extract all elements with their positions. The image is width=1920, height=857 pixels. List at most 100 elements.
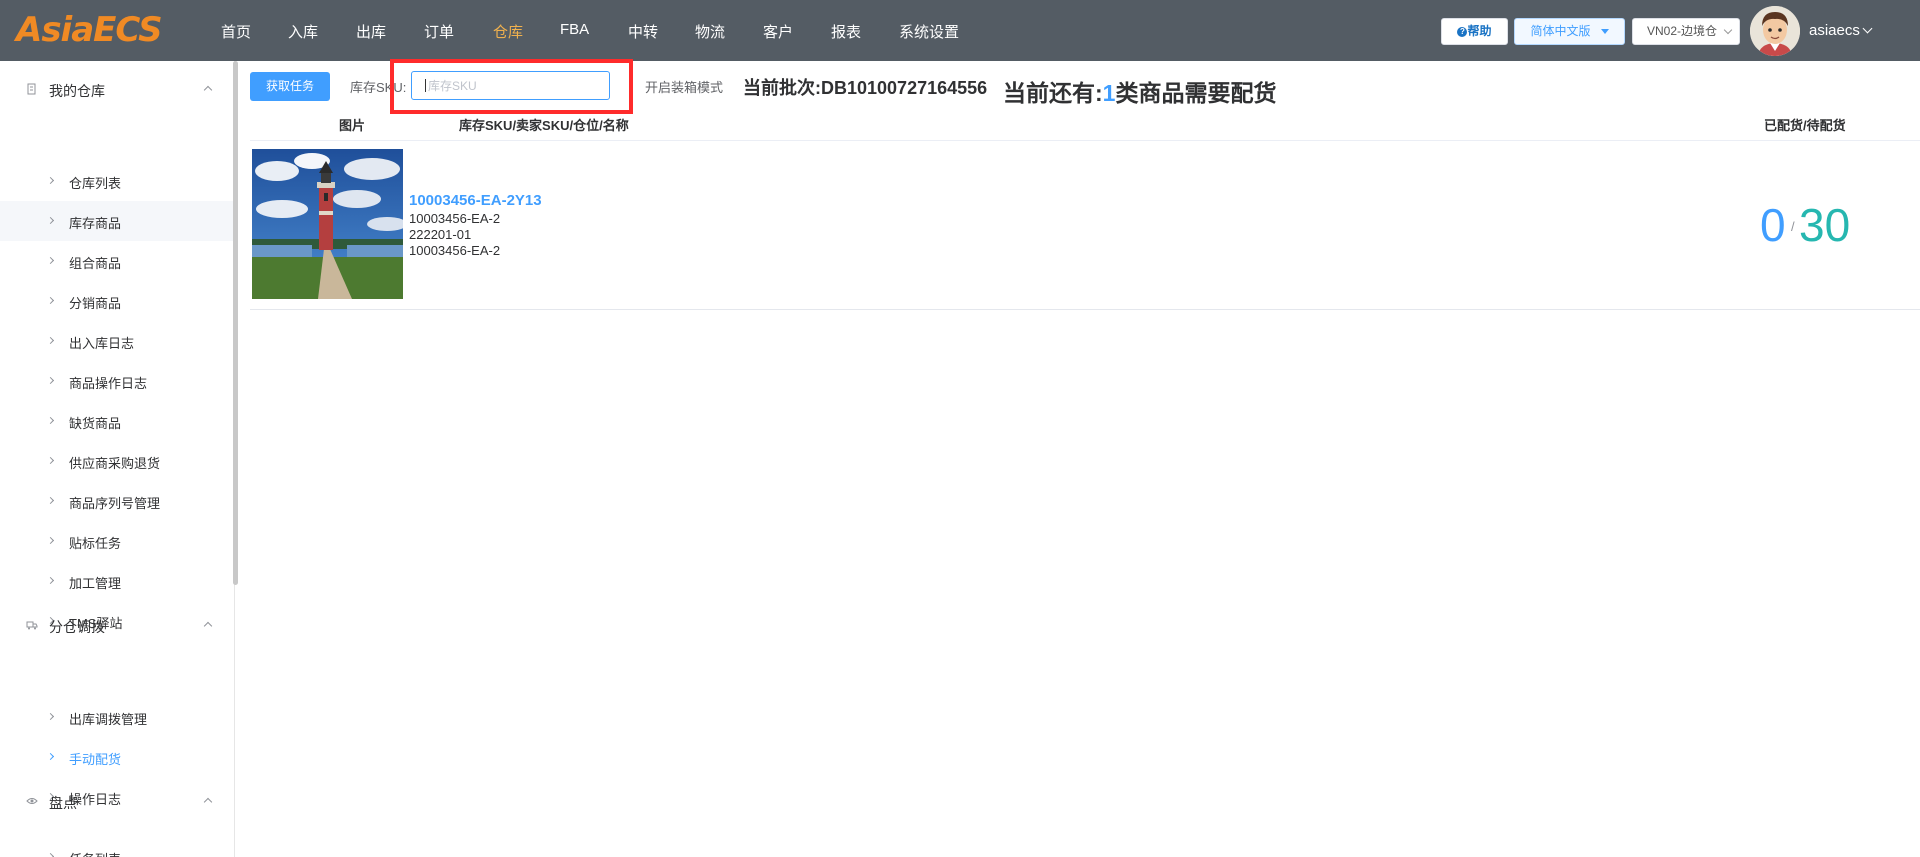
warehouse-label: VN02-边境仓 bbox=[1647, 24, 1718, 38]
sidebar-item-label: 仓库列表 bbox=[69, 176, 122, 191]
nav-fba[interactable]: FBA bbox=[560, 21, 589, 38]
chevron-up-icon bbox=[203, 797, 213, 807]
sidebar-item-label: 商品操作日志 bbox=[69, 376, 148, 391]
language-label: 简体中文版 bbox=[1530, 24, 1591, 38]
sidebar-group-transfer[interactable]: 分仓调拨 bbox=[0, 611, 233, 641]
batch-prefix: 当前批次: bbox=[743, 78, 821, 98]
sidebar-item-task-list[interactable]: 任务列表 bbox=[0, 837, 233, 857]
sidebar-item-io-log[interactable]: 出入库日志 bbox=[0, 321, 233, 361]
nav-settings[interactable]: 系统设置 bbox=[899, 21, 959, 42]
sidebar-item-label-task[interactable]: 贴标任务 bbox=[0, 521, 233, 561]
remaining-summary: 当前还有:1类商品需要配货 bbox=[1003, 74, 1276, 108]
column-header-sku: 库存SKU/卖家SKU/仓位/名称 bbox=[459, 118, 629, 133]
chevron-right-icon bbox=[46, 496, 55, 505]
highlight-box bbox=[390, 59, 633, 114]
question-icon: ? bbox=[1457, 26, 1468, 37]
sidebar: 我的仓库 仓库列表 库存商品 组合商品 分销商品 出入库日志 商品操作日志 缺货… bbox=[0, 61, 235, 857]
remain-prefix: 当前还有: bbox=[1003, 80, 1103, 106]
warehouse-select[interactable]: VN02-边境仓 bbox=[1632, 18, 1740, 45]
sidebar-item-outbound-transfer[interactable]: 出库调拨管理 bbox=[0, 697, 233, 737]
avatar[interactable] bbox=[1750, 6, 1800, 56]
chevron-right-icon bbox=[46, 752, 55, 761]
help-button[interactable]: ? 帮助 bbox=[1441, 18, 1508, 45]
help-label: 帮助 bbox=[1467, 24, 1492, 38]
nav-home[interactable]: 首页 bbox=[221, 21, 251, 42]
sidebar-item-label: 组合商品 bbox=[69, 256, 122, 271]
sidebar-item-combo-goods[interactable]: 组合商品 bbox=[0, 241, 233, 281]
chevron-up-icon bbox=[203, 621, 213, 631]
sidebar-item-processing[interactable]: 加工管理 bbox=[0, 561, 233, 601]
nav-transit[interactable]: 中转 bbox=[628, 21, 658, 42]
username[interactable]: asiaecs bbox=[1809, 22, 1860, 39]
caret-down-icon bbox=[1600, 29, 1609, 35]
logo[interactable]: AsiaECS bbox=[16, 10, 163, 50]
language-select[interactable]: 简体中文版 bbox=[1514, 18, 1625, 45]
chevron-right-icon bbox=[46, 712, 55, 721]
chevron-right-icon bbox=[46, 176, 55, 185]
chevron-right-icon bbox=[46, 216, 55, 225]
storage-location: 222201-01 bbox=[409, 227, 472, 242]
sidebar-item-label: 贴标任务 bbox=[69, 536, 122, 551]
sidebar-item-label: 出库调拨管理 bbox=[69, 712, 148, 727]
chevron-right-icon bbox=[46, 296, 55, 305]
sidebar-item-label: 分销商品 bbox=[69, 296, 122, 311]
row-divider bbox=[250, 309, 1920, 310]
sidebar-item-goods-op-log[interactable]: 商品操作日志 bbox=[0, 361, 233, 401]
nav-inbound[interactable]: 入库 bbox=[288, 21, 318, 42]
sidebar-item-label: 库存商品 bbox=[69, 216, 122, 231]
sidebar-item-stock-goods[interactable]: 库存商品 bbox=[0, 201, 233, 241]
avatar-image bbox=[1750, 6, 1800, 56]
chevron-down-icon[interactable] bbox=[1862, 23, 1873, 34]
box-mode-toggle[interactable]: 开启装箱模式 bbox=[645, 77, 723, 96]
nav-outbound[interactable]: 出库 bbox=[356, 21, 386, 42]
chevron-right-icon bbox=[46, 256, 55, 265]
fetch-task-button[interactable]: 获取任务 bbox=[250, 72, 330, 101]
chevron-right-icon bbox=[46, 416, 55, 425]
sidebar-item-label: 商品序列号管理 bbox=[69, 496, 161, 511]
nav-customers[interactable]: 客户 bbox=[763, 21, 793, 42]
product-image[interactable] bbox=[252, 149, 403, 299]
sidebar-item-label: 加工管理 bbox=[69, 576, 122, 591]
sidebar-item-supplier-return[interactable]: 供应商采购退货 bbox=[0, 441, 233, 481]
sidebar-group-inventory-count[interactable]: 盘点 bbox=[0, 787, 233, 817]
warehouse-icon bbox=[26, 83, 38, 95]
product-name: 10003456-EA-2 bbox=[409, 243, 501, 258]
allocated-count: 0 bbox=[1760, 199, 1786, 251]
chevron-right-icon bbox=[46, 536, 55, 545]
batch-number: DB10100727164556 bbox=[821, 78, 988, 98]
chevron-down-icon bbox=[1723, 25, 1733, 35]
chevron-right-icon bbox=[46, 376, 55, 385]
nav-logistics[interactable]: 物流 bbox=[695, 21, 725, 42]
sidebar-group-label: 我的仓库 bbox=[49, 83, 105, 99]
chevron-right-icon bbox=[46, 456, 55, 465]
remain-count: 1 bbox=[1102, 80, 1116, 106]
nav-warehouse[interactable]: 仓库 bbox=[493, 21, 523, 42]
sidebar-item-label: 手动配货 bbox=[69, 752, 122, 767]
current-batch: 当前批次:DB10100727164556 bbox=[743, 74, 987, 100]
sidebar-group-my-warehouse[interactable]: 我的仓库 bbox=[0, 75, 233, 105]
sidebar-item-label: 出入库日志 bbox=[69, 336, 135, 351]
chevron-right-icon bbox=[46, 852, 55, 857]
top-navbar: AsiaECS 首页 入库 出库 订单 仓库 FBA 中转 物流 客户 报表 系… bbox=[0, 0, 1920, 61]
count-separator: / bbox=[1791, 219, 1795, 234]
sidebar-scrollbar[interactable] bbox=[233, 61, 238, 585]
column-header-progress: 已配货/待配货 bbox=[1764, 118, 1846, 133]
sidebar-group-label: 盘点 bbox=[49, 795, 77, 811]
sidebar-item-serial-mgmt[interactable]: 商品序列号管理 bbox=[0, 481, 233, 521]
sidebar-item-out-of-stock[interactable]: 缺货商品 bbox=[0, 401, 233, 441]
pending-count: 30 bbox=[1799, 199, 1851, 251]
chevron-up-icon bbox=[203, 85, 213, 95]
eye-icon bbox=[26, 795, 38, 807]
column-header-image: 图片 bbox=[339, 118, 366, 133]
sidebar-item-manual-allocation[interactable]: 手动配货 bbox=[0, 737, 233, 777]
header-divider bbox=[250, 140, 1920, 141]
sidebar-item-distribution-goods[interactable]: 分销商品 bbox=[0, 281, 233, 321]
chevron-right-icon bbox=[46, 576, 55, 585]
sidebar-item-label: 缺货商品 bbox=[69, 416, 122, 431]
nav-reports[interactable]: 报表 bbox=[831, 21, 861, 42]
remain-suffix: 类商品需要配货 bbox=[1115, 80, 1277, 106]
sidebar-item-label: 任务列表 bbox=[69, 849, 121, 857]
sidebar-item-warehouse-list[interactable]: 仓库列表 bbox=[0, 161, 233, 201]
nav-orders[interactable]: 订单 bbox=[424, 21, 454, 42]
stock-sku-link[interactable]: 10003456-EA-2Y13 bbox=[409, 192, 542, 209]
